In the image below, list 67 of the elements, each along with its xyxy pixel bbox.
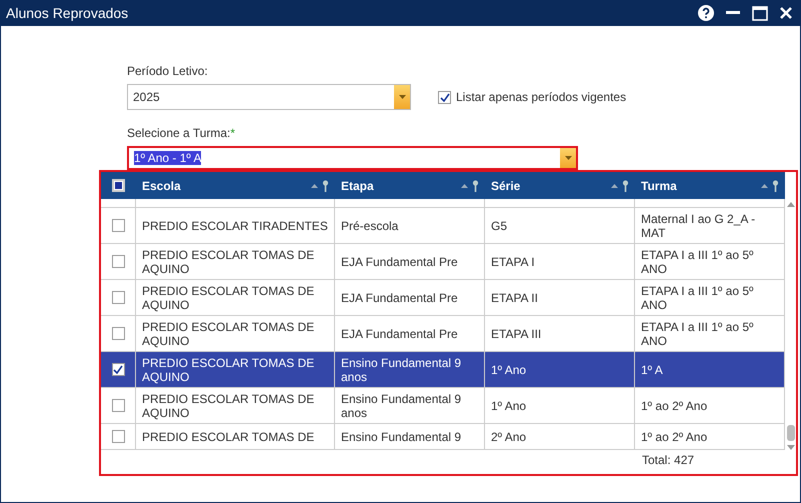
table-cell: 2º Ano bbox=[485, 424, 635, 450]
table-cell: PREDIO ESCOLAR TOMAS DE AQUINO bbox=[136, 280, 335, 316]
table-cell: ETAPA I bbox=[485, 244, 635, 280]
pin-icon[interactable] bbox=[622, 180, 629, 192]
table-cell: PREDIO ESCOLAR TOMAS DE AQUINO bbox=[136, 388, 335, 424]
column-header[interactable]: Etapa bbox=[335, 172, 485, 199]
table-cell: PREDIO ESCOLAR TOMAS DE AQUINO bbox=[136, 244, 335, 280]
row-checkbox[interactable] bbox=[112, 363, 124, 376]
help-icon[interactable] bbox=[698, 5, 714, 21]
table-cell: EJA Fundamental Pre bbox=[335, 280, 485, 316]
scroll-down-icon[interactable] bbox=[786, 445, 794, 450]
table-cell: PREDIO ESCOLAR TOMAS DE AQUINO bbox=[136, 316, 335, 352]
row-checkbox[interactable] bbox=[112, 430, 124, 443]
table-cell: Ensino Fundamental 9 bbox=[335, 424, 485, 450]
scroll-up-icon[interactable] bbox=[786, 202, 794, 207]
table-cell: Ensino Fundamental 9 anos bbox=[335, 388, 485, 424]
caret-icon bbox=[564, 156, 572, 160]
row-checkbox[interactable] bbox=[112, 219, 124, 232]
table-cell: 1º ao 2º Ano bbox=[635, 424, 785, 450]
table-cell: 1º ao 2º Ano bbox=[635, 388, 785, 424]
column-header[interactable]: Série bbox=[485, 172, 635, 199]
table-cell: EJA Fundamental Pre bbox=[335, 244, 485, 280]
window-title: Alunos Reprovados bbox=[6, 5, 130, 21]
field-label: Período Letivo: bbox=[127, 64, 209, 78]
table-cell: PREDIO ESCOLAR TIRADENTES bbox=[136, 208, 335, 244]
checkmark-icon bbox=[440, 92, 450, 102]
pin-icon[interactable] bbox=[472, 180, 479, 192]
close-icon[interactable] bbox=[780, 7, 792, 19]
table-cell: EJA Fundamental Pre bbox=[335, 316, 485, 352]
table-cell: Maternal I ao G 2_A - MAT bbox=[635, 208, 785, 244]
row-checkbox[interactable] bbox=[112, 327, 124, 340]
checkbox[interactable] bbox=[438, 90, 451, 104]
table-cell: ETAPA I a III 1º ao 5º ANO bbox=[635, 316, 785, 352]
checkbox-label: Listar apenas períodos vigentes bbox=[456, 90, 626, 104]
period-select[interactable]: 2025 bbox=[127, 84, 411, 110]
row-checkbox[interactable] bbox=[112, 255, 124, 268]
table-cell: PREDIO ESCOLAR TOMAS DE AQUINO bbox=[136, 352, 335, 388]
table-cell: 1º A bbox=[635, 352, 785, 388]
table-cell: G5 bbox=[485, 208, 635, 244]
table-cell: ETAPA I a III 1º ao 5º ANO bbox=[635, 280, 785, 316]
pin-icon[interactable] bbox=[322, 180, 329, 192]
table-cell: 1º Ano bbox=[485, 388, 635, 424]
table-cell: Pré-escola bbox=[335, 208, 485, 244]
table-cell: Ensino Fundamental 9 anos bbox=[335, 352, 485, 388]
field-label: Selecione a Turma:* bbox=[127, 126, 236, 140]
class-select[interactable]: 1º Ano - 1º A bbox=[127, 146, 578, 170]
table-cell: 1º Ano bbox=[485, 352, 635, 388]
sort-arrow-icon[interactable] bbox=[611, 184, 618, 188]
maximize-icon[interactable] bbox=[752, 6, 768, 20]
table-cell: ETAPA I a III 1º ao 5º ANO bbox=[635, 244, 785, 280]
row-checkbox[interactable] bbox=[112, 399, 124, 412]
total-count: Total: 427 bbox=[642, 453, 694, 467]
sort-arrow-icon[interactable] bbox=[461, 184, 468, 188]
row-checkbox[interactable] bbox=[112, 291, 124, 304]
column-header[interactable]: Escola bbox=[136, 172, 335, 199]
select-all-checkbox[interactable] bbox=[112, 179, 125, 192]
checkmark-icon bbox=[113, 365, 123, 374]
caret-icon bbox=[398, 95, 406, 99]
sort-arrow-icon[interactable] bbox=[311, 184, 318, 188]
sort-arrow-icon[interactable] bbox=[761, 184, 768, 188]
pin-icon[interactable] bbox=[772, 180, 779, 192]
table-cell: ETAPA III bbox=[485, 316, 635, 352]
table-cell: ETAPA II bbox=[485, 280, 635, 316]
scroll-thumb[interactable] bbox=[786, 425, 794, 441]
column-header[interactable]: Turma bbox=[635, 172, 785, 199]
table-cell: PREDIO ESCOLAR TOMAS DE bbox=[136, 424, 335, 450]
minimize-icon[interactable] bbox=[726, 11, 740, 15]
